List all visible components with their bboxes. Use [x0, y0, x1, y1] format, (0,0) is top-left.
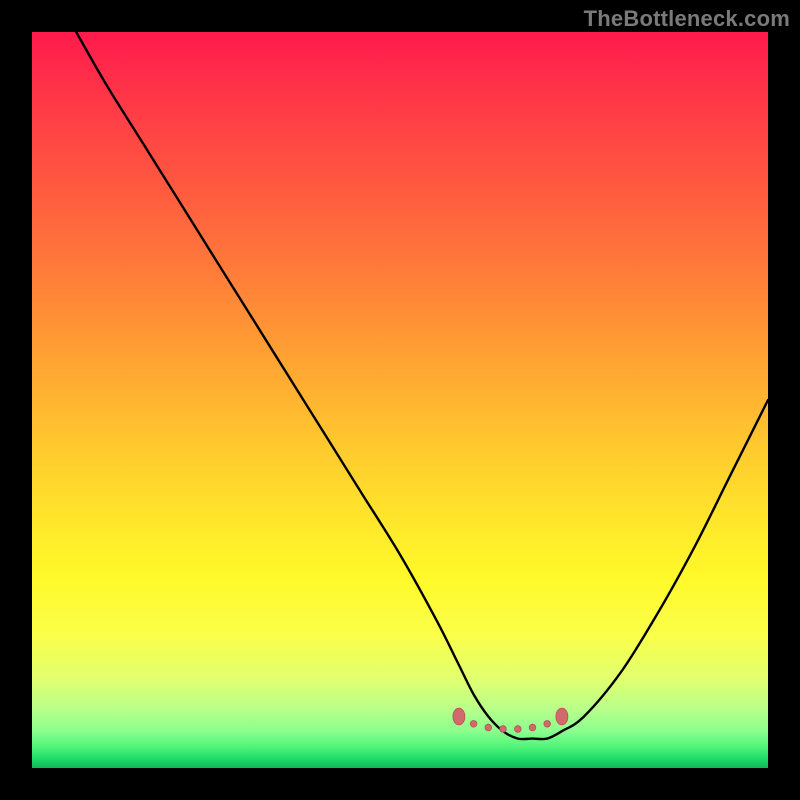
watermark-text: TheBottleneck.com: [584, 6, 790, 32]
range-dot-marker: [485, 724, 492, 731]
range-dot-marker: [470, 721, 477, 728]
bottleneck-curve: [32, 32, 768, 768]
range-dot-marker: [515, 726, 522, 733]
chart-frame: TheBottleneck.com: [0, 0, 800, 800]
range-end-marker: [453, 708, 465, 725]
range-dot-marker: [529, 724, 536, 731]
range-dot-marker: [500, 726, 507, 733]
range-end-marker: [556, 708, 568, 725]
range-dot-marker: [544, 721, 551, 728]
plot-area: [32, 32, 768, 768]
